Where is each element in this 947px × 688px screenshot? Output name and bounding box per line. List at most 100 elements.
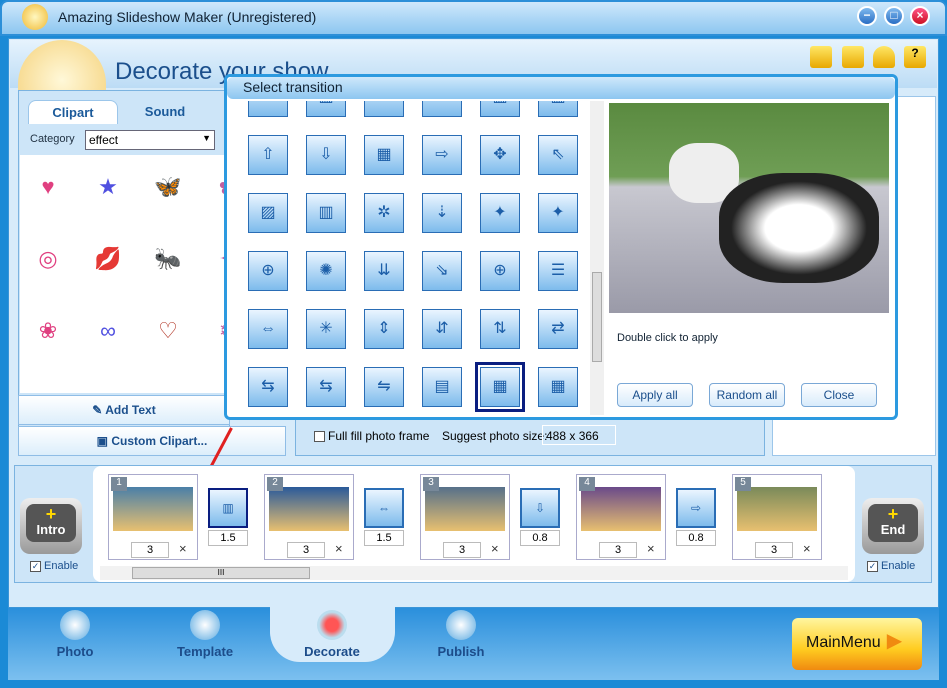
transition-tile[interactable]: ▦ bbox=[538, 367, 578, 407]
clipart-item[interactable]: ★ bbox=[90, 169, 126, 205]
clipart-item[interactable]: ∞ bbox=[90, 313, 126, 349]
delete-slide-icon[interactable]: × bbox=[803, 541, 811, 556]
transition-tile[interactable]: ▦ bbox=[364, 135, 404, 175]
transition-tile[interactable]: ⇨ bbox=[422, 135, 462, 175]
delete-slide-icon[interactable]: × bbox=[491, 541, 499, 556]
transition-icon[interactable]: ▥ bbox=[208, 488, 248, 528]
transition-tile[interactable]: ⇧ bbox=[248, 135, 288, 175]
checkbox-checked[interactable]: ✓ bbox=[867, 560, 878, 572]
clipart-item[interactable]: 🐜 bbox=[150, 241, 186, 277]
transition-tile[interactable]: ⇣ bbox=[422, 193, 462, 233]
transition-tile[interactable]: ⊥ bbox=[422, 101, 462, 117]
clipart-item[interactable]: 🦋 bbox=[150, 169, 186, 205]
transition-tile[interactable]: ⊥ bbox=[364, 101, 404, 117]
slide-thumbnail[interactable] bbox=[581, 487, 661, 531]
clipart-item[interactable]: ♡ bbox=[150, 313, 186, 349]
add-text-button[interactable]: ✎ Add Text bbox=[18, 395, 230, 425]
full-fill-checkbox[interactable]: Full fill photo frame bbox=[314, 429, 429, 443]
slide-item[interactable]: 4 3 × bbox=[576, 474, 666, 560]
nav-decorate[interactable]: Decorate bbox=[287, 610, 377, 660]
slide-item[interactable]: 5 3 × bbox=[732, 474, 822, 560]
slide-thumbnail[interactable] bbox=[737, 487, 817, 531]
transition-tile[interactable]: ⊕ bbox=[480, 251, 520, 291]
transition-duration-field[interactable]: 1.5 bbox=[208, 530, 248, 546]
end-enable-checkbox[interactable]: ✓ Enable bbox=[867, 560, 915, 572]
transition-icon[interactable]: ⇔ bbox=[364, 488, 404, 528]
transition-tile[interactable]: ⇵ bbox=[422, 309, 462, 349]
help-icon[interactable]: ? bbox=[904, 46, 926, 68]
end-button[interactable]: End + bbox=[862, 498, 924, 554]
transition-tile[interactable]: ✦ bbox=[480, 193, 520, 233]
transition-item[interactable]: ⇔ 1.5 bbox=[362, 486, 406, 546]
transition-tile[interactable]: ✦ bbox=[538, 193, 578, 233]
transition-tile[interactable]: ⇘ bbox=[422, 251, 462, 291]
transition-item[interactable]: ⇩ 0.8 bbox=[518, 486, 562, 546]
transition-tile[interactable]: ☰ bbox=[538, 251, 578, 291]
transition-tile[interactable]: ▭ bbox=[248, 101, 288, 117]
transition-tile[interactable]: ⇕ bbox=[364, 309, 404, 349]
delete-slide-icon[interactable]: × bbox=[647, 541, 655, 556]
scroll-thumb[interactable] bbox=[592, 272, 602, 362]
tab-sound[interactable]: Sound bbox=[125, 100, 205, 124]
clipart-item[interactable]: ❀ bbox=[30, 313, 66, 349]
transition-icon[interactable]: ⇨ bbox=[676, 488, 716, 528]
transition-tile[interactable]: ⇋ bbox=[364, 367, 404, 407]
transition-tile[interactable]: ▤ bbox=[422, 367, 462, 407]
transition-tile[interactable]: ⊕ bbox=[248, 251, 288, 291]
transition-tile[interactable]: ▥ bbox=[538, 101, 578, 117]
transition-tile[interactable]: ▦ bbox=[475, 362, 525, 412]
nav-template[interactable]: Template bbox=[160, 610, 250, 660]
transition-tile[interactable]: ⇄ bbox=[538, 309, 578, 349]
scroll-thumb[interactable]: III bbox=[132, 567, 310, 579]
checkbox-checked[interactable]: ✓ bbox=[30, 560, 41, 572]
close-dialog-button[interactable]: Close bbox=[801, 383, 877, 407]
transition-tile[interactable]: ▨ bbox=[248, 193, 288, 233]
transition-tile[interactable]: ▥ bbox=[306, 101, 346, 117]
transition-tile[interactable]: ✺ bbox=[306, 251, 346, 291]
transition-tile[interactable]: ⇩ bbox=[306, 135, 346, 175]
transition-tile[interactable]: ⇅ bbox=[480, 309, 520, 349]
checkbox-box[interactable] bbox=[314, 431, 325, 443]
slide-thumbnail[interactable] bbox=[113, 487, 193, 531]
vertical-scrollbar[interactable] bbox=[590, 101, 604, 415]
slide-item[interactable]: 2 3 × bbox=[264, 474, 354, 560]
transition-duration-field[interactable]: 1.5 bbox=[364, 530, 404, 546]
transition-tile[interactable]: ⇔ bbox=[248, 309, 288, 349]
transition-item[interactable]: ▥ 1.5 bbox=[206, 486, 250, 546]
slide-duration-field[interactable]: 3 bbox=[443, 542, 481, 558]
delete-slide-icon[interactable]: × bbox=[335, 541, 343, 556]
custom-clipart-button[interactable]: ▣ Custom Clipart... bbox=[18, 426, 286, 456]
slide-duration-field[interactable]: 3 bbox=[287, 542, 325, 558]
slide-thumbnail[interactable] bbox=[269, 487, 349, 531]
tab-clipart[interactable]: Clipart bbox=[28, 100, 118, 124]
folder-icon[interactable] bbox=[810, 46, 832, 68]
transition-tile[interactable]: ▥ bbox=[306, 193, 346, 233]
transition-tile[interactable]: ⇖ bbox=[538, 135, 578, 175]
transition-tile[interactable]: ✲ bbox=[364, 193, 404, 233]
slide-duration-field[interactable]: 3 bbox=[599, 542, 637, 558]
maximize-button[interactable]: □ bbox=[884, 6, 904, 26]
slide-duration-field[interactable]: 3 bbox=[131, 542, 169, 558]
random-all-button[interactable]: Random all bbox=[709, 383, 785, 407]
transition-tile[interactable]: ▥ bbox=[480, 101, 520, 117]
minimize-button[interactable]: − bbox=[857, 6, 877, 26]
save-icon[interactable] bbox=[842, 46, 864, 68]
transition-icon[interactable]: ⇩ bbox=[520, 488, 560, 528]
slide-item[interactable]: 1 3 × bbox=[108, 474, 198, 560]
close-button[interactable]: × bbox=[910, 6, 930, 26]
delete-slide-icon[interactable]: × bbox=[179, 541, 187, 556]
nav-publish[interactable]: Publish bbox=[416, 610, 506, 660]
clipart-item[interactable]: ♥ bbox=[30, 169, 66, 205]
intro-enable-checkbox[interactable]: ✓ Enable bbox=[30, 560, 78, 572]
transition-tile[interactable]: ⇆ bbox=[306, 367, 346, 407]
transition-tile[interactable]: ⇆ bbox=[248, 367, 288, 407]
main-menu-button[interactable]: MainMenu ▶ bbox=[792, 618, 922, 670]
intro-button[interactable]: Intro + bbox=[20, 498, 82, 554]
slide-duration-field[interactable]: 3 bbox=[755, 542, 793, 558]
category-select[interactable]: effect ▼ bbox=[85, 130, 215, 150]
transition-tile[interactable]: ✳ bbox=[306, 309, 346, 349]
clipart-item[interactable]: ◎ bbox=[30, 241, 66, 277]
clipart-item[interactable]: 💋 bbox=[90, 241, 126, 277]
transition-duration-field[interactable]: 0.8 bbox=[676, 530, 716, 546]
apply-all-button[interactable]: Apply all bbox=[617, 383, 693, 407]
